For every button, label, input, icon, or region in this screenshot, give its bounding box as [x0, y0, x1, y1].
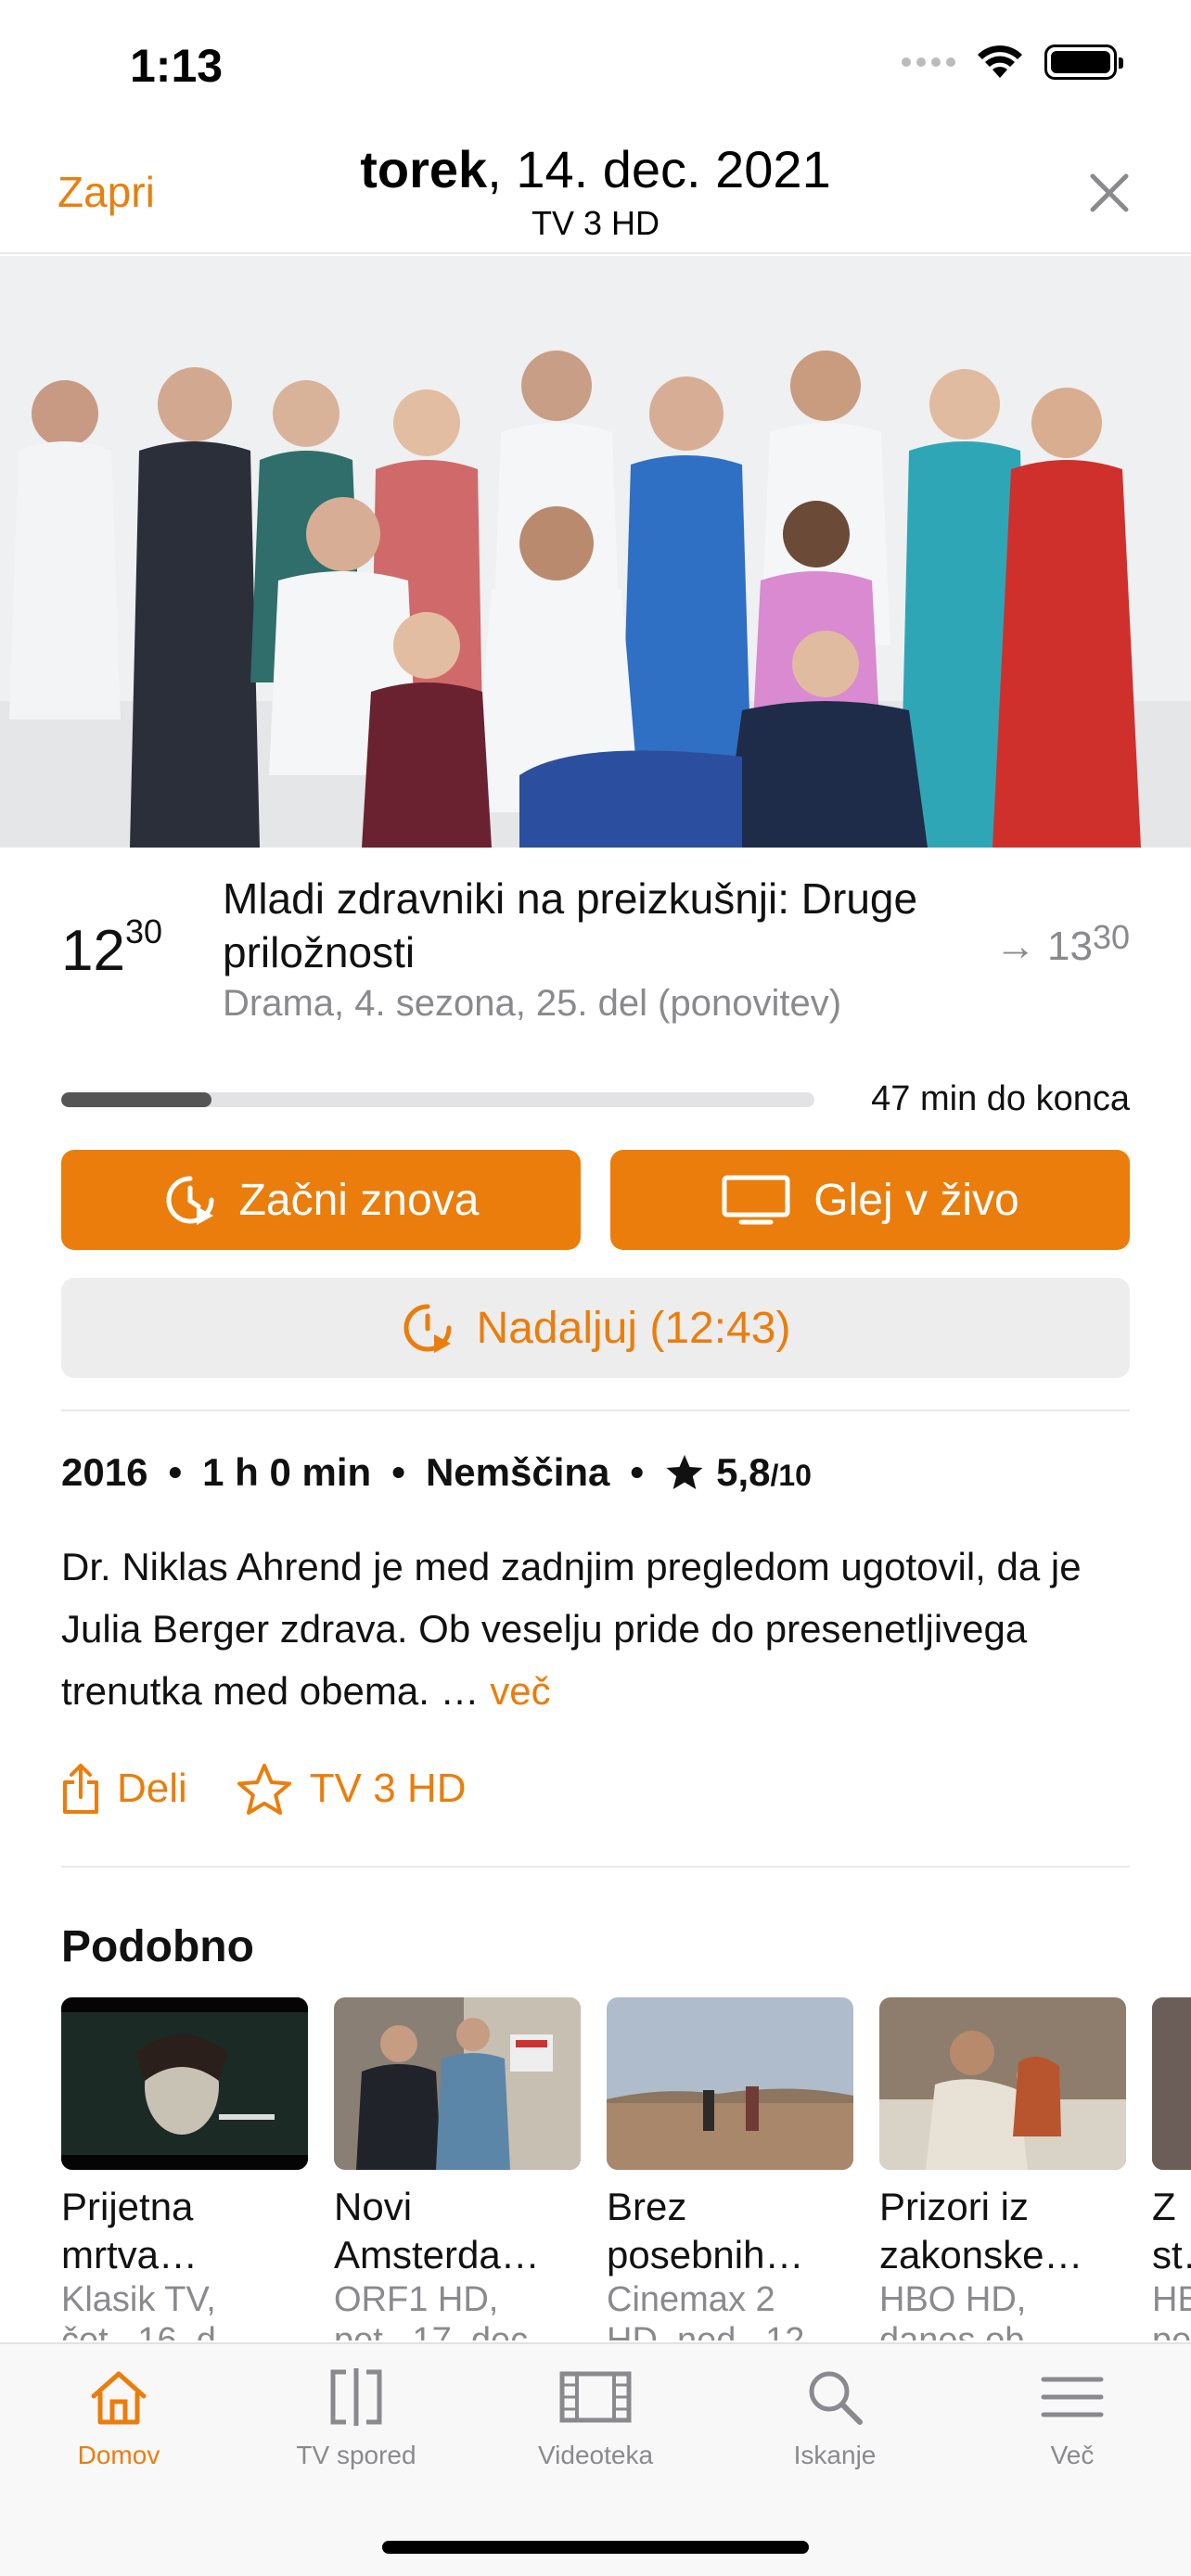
similar-thumbnail: [61, 1997, 308, 2170]
similar-title: Prizori iz zakonske…: [879, 2185, 1083, 2276]
similar-meta: Klasik TV, čet., 16. d…: [61, 2280, 251, 2340]
favorite-channel-button[interactable]: TV 3 HD: [236, 1762, 467, 1816]
similar-title: Prijetna mrtva…: [61, 2185, 198, 2276]
show-hero-image: [0, 256, 1191, 848]
home-icon: [91, 2371, 147, 2425]
star-filled-icon: [666, 1455, 703, 1489]
show-title: Mladi zdravniki na preizkušnji: Druge pr…: [223, 874, 918, 976]
separator-dot: •: [391, 1450, 405, 1494]
show-meta: Drama, 4. sezona, 25. del (ponovitev): [223, 983, 842, 1024]
read-more-link[interactable]: več: [490, 1669, 550, 1713]
header-date: torek, 14. dec. 2021: [0, 139, 1191, 199]
home-indicator[interactable]: [382, 2541, 809, 2554]
section-divider: [61, 1409, 1130, 1411]
share-row: Deli TV 3 HD: [61, 1762, 515, 1816]
duration: 1 h 0 min: [202, 1450, 372, 1494]
rating-value: 5,8: [716, 1450, 771, 1494]
end-hour: 13: [1047, 924, 1093, 969]
tab-video-library-label: Videoteka: [537, 2441, 654, 2469]
separator-dot: •: [168, 1450, 183, 1494]
similar-meta: Cinemax 2 HD, ned., 12…: [607, 2280, 840, 2340]
tab-video-library[interactable]: Videoteka: [503, 2366, 688, 2470]
header-day: torek: [360, 140, 488, 198]
menu-icon: [1041, 2377, 1104, 2417]
resume-label: Nadaljuj (12:43): [476, 1303, 791, 1353]
start-minute: 30: [124, 912, 163, 950]
resume-button[interactable]: Nadaljuj (12:43): [61, 1278, 1130, 1378]
similar-section-title: Podobno: [61, 1922, 254, 1971]
header-date-text: , 14. dec. 2021: [487, 140, 831, 198]
status-bar: 1:13: [0, 0, 1191, 130]
tab-tv-guide-label: TV spored: [296, 2441, 416, 2469]
restart-icon: [166, 1176, 214, 1225]
restart-label: Začni znova: [238, 1175, 480, 1225]
section-divider: [61, 1866, 1130, 1868]
similar-carousel[interactable]: Prijetna mrtva… Klasik TV, čet., 16. d… …: [61, 1997, 1191, 2340]
share-icon: [63, 1764, 98, 1814]
similar-thumbnail: [1152, 1997, 1191, 2170]
similar-thumbnail: [334, 1997, 581, 2170]
tab-home[interactable]: Domov: [26, 2366, 211, 2470]
status-icons: [902, 45, 1123, 80]
resume-icon: [403, 1304, 452, 1353]
watch-live-button[interactable]: Glej v živo: [610, 1150, 1130, 1250]
wifi-icon: [978, 45, 1022, 78]
favorite-channel-label: TV 3 HD: [309, 1766, 467, 1811]
tab-tv-guide[interactable]: TV spored: [263, 2366, 449, 2470]
search-icon: [809, 2371, 863, 2425]
tab-more-label: Več: [1050, 2441, 1095, 2469]
star-outline-icon: [237, 1764, 291, 1815]
end-time: → 1330: [994, 918, 1130, 970]
close-icon[interactable]: [1080, 163, 1139, 223]
similar-card[interactable]: Novi Amsterda… ORF1 HD, pet., 17. dec…: [334, 1997, 581, 2340]
similar-thumbnail: [879, 1997, 1126, 2170]
detail-header: Zapri torek, 14. dec. 2021 TV 3 HD: [0, 130, 1191, 254]
start-time: 1230: [61, 912, 162, 984]
description-text: Dr. Niklas Ahrend je med zadnjim pregled…: [61, 1545, 1082, 1713]
tab-more[interactable]: Več: [980, 2366, 1165, 2470]
similar-card[interactable]: Prizori iz zakonske… HBO HD, danes ob…: [879, 1997, 1126, 2340]
tab-home-label: Domov: [77, 2441, 160, 2469]
similar-meta: ORF1 HD, pet., 17. dec…: [334, 2280, 564, 2340]
remaining-time: 47 min do konca: [871, 1079, 1130, 1118]
similar-title: Novi Amsterda…: [334, 2185, 540, 2276]
share-label: Deli: [117, 1766, 187, 1811]
status-time: 1:13: [130, 40, 224, 92]
cast-photo: [0, 256, 1191, 848]
separator-dot: •: [630, 1450, 645, 1494]
similar-title: Z st…: [1152, 2185, 1191, 2276]
rating: 5,8/10: [664, 1450, 812, 1495]
film-icon: [559, 2371, 632, 2423]
similar-thumbnail: [607, 1997, 853, 2170]
similar-meta: HB pe…: [1152, 2280, 1191, 2340]
battery-icon: [1044, 45, 1123, 80]
watch-live-label: Glej v živo: [813, 1175, 1019, 1225]
restart-button[interactable]: Začni znova: [61, 1150, 581, 1250]
end-arrow: →: [994, 924, 1036, 969]
tab-search[interactable]: Iskanje: [742, 2366, 928, 2470]
show-description: Dr. Niklas Ahrend je med zadnjim pregled…: [61, 1536, 1137, 1722]
playback-progress-fill: [61, 1092, 212, 1107]
start-hour: 12: [61, 919, 125, 983]
similar-card[interactable]: Prijetna mrtva… Klasik TV, čet., 16. d…: [61, 1997, 308, 2340]
similar-card[interactable]: Z st… HB pe…: [1152, 1997, 1191, 2340]
rating-max: /10: [770, 1459, 812, 1492]
show-facts: 2016 • 1 h 0 min • Nemščina • 5,8/10: [61, 1450, 812, 1495]
cellular-signal-icon: [902, 57, 955, 67]
similar-meta: HBO HD, danes ob…: [879, 2280, 1060, 2340]
header-channel: TV 3 HD: [531, 204, 660, 242]
tv-guide-icon: [330, 2368, 382, 2426]
similar-card[interactable]: Brez posebnih… Cinemax 2 HD, ned., 12…: [607, 1997, 853, 2340]
language: Nemščina: [425, 1450, 610, 1494]
release-year: 2016: [61, 1450, 148, 1494]
tv-icon: [722, 1175, 790, 1225]
share-button[interactable]: Deli: [61, 1762, 187, 1816]
tab-search-label: Iskanje: [793, 2441, 877, 2469]
playback-progress: [61, 1092, 814, 1107]
end-minute: 30: [1092, 918, 1130, 956]
similar-title: Brez posebnih…: [607, 2185, 804, 2276]
